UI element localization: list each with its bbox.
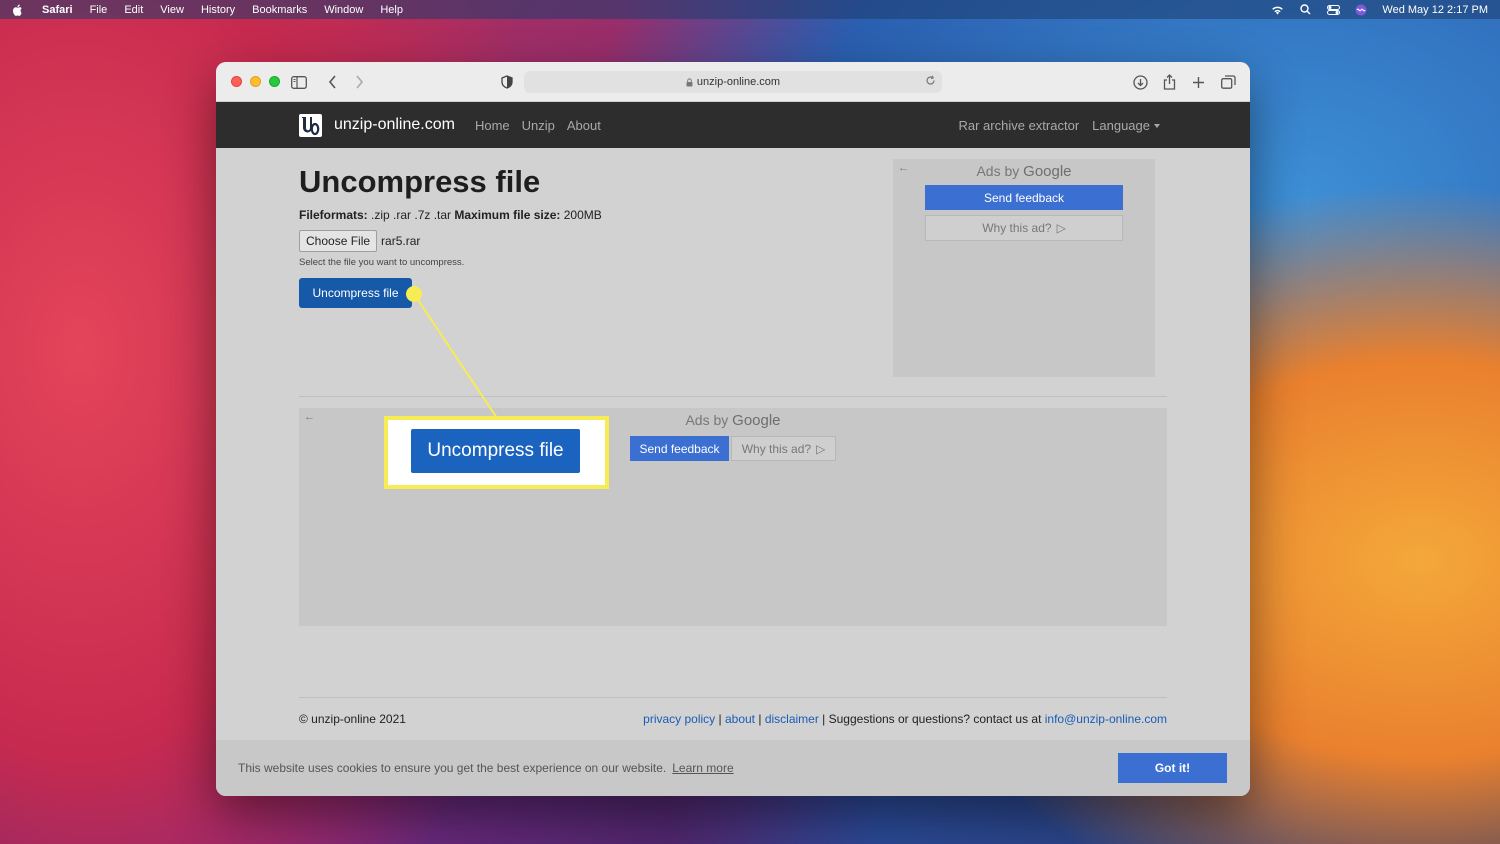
new-tab-icon[interactable] xyxy=(1189,73,1207,91)
window-controls xyxy=(231,76,280,87)
file-formats-info: Fileformats: .zip .rar .7z .tar Maximum … xyxy=(299,208,602,222)
site-brand[interactable]: unzip-online.com xyxy=(334,116,455,134)
divider xyxy=(299,697,1167,698)
max-size-value: 200MB xyxy=(560,208,602,222)
footer-separator: | xyxy=(755,712,765,726)
file-input-hint: Select the file you want to uncompress. xyxy=(299,257,465,268)
callout-uncompress-button: Uncompress file xyxy=(411,429,580,473)
lock-icon xyxy=(686,77,693,87)
language-label: Language xyxy=(1092,117,1150,133)
copyright-text: © unzip-online 2021 xyxy=(299,712,406,726)
site-navbar: unzip-online.com Home Unzip About Rar ar… xyxy=(216,102,1250,148)
nav-about-link[interactable]: About xyxy=(567,118,601,133)
contact-email-link[interactable]: info@unzip-online.com xyxy=(1045,712,1167,726)
close-window-button[interactable] xyxy=(231,76,242,87)
why-this-ad-button[interactable]: Why this ad? ▷ xyxy=(731,436,836,461)
ads-by-text: Ads by xyxy=(976,163,1020,179)
ads-by-text: Ads by xyxy=(685,412,729,428)
learn-more-link[interactable]: Learn more xyxy=(672,761,733,775)
tab-overview-icon[interactable] xyxy=(1219,73,1237,91)
file-input: Choose File rar5.rar xyxy=(299,230,420,252)
site-logo-icon[interactable] xyxy=(299,113,322,137)
privacy-shield-icon[interactable] xyxy=(498,73,516,91)
divider xyxy=(299,396,1167,397)
got-it-button[interactable]: Got it! xyxy=(1118,753,1227,783)
nav-home-link[interactable]: Home xyxy=(475,118,510,133)
web-page: unzip-online.com Home Unzip About Rar ar… xyxy=(216,102,1250,796)
privacy-policy-link[interactable]: privacy policy xyxy=(643,712,715,726)
menu-view[interactable]: View xyxy=(160,4,184,16)
macos-menu-bar: Safari File Edit View History Bookmarks … xyxy=(0,0,1500,19)
choose-file-button[interactable]: Choose File xyxy=(299,230,378,252)
minimize-window-button[interactable] xyxy=(250,76,261,87)
forward-icon[interactable] xyxy=(350,73,368,91)
google-text: Google xyxy=(732,412,781,429)
send-feedback-button[interactable]: Send feedback xyxy=(630,436,729,461)
spotlight-search-icon[interactable] xyxy=(1298,4,1312,16)
selected-file-name: rar5.rar xyxy=(381,234,421,248)
page-title: Uncompress file xyxy=(299,164,541,199)
reload-icon[interactable] xyxy=(925,75,936,86)
menu-file[interactable]: File xyxy=(90,4,108,16)
formats-label: Fileformats: xyxy=(299,208,368,222)
formats-value: .zip .rar .7z .tar xyxy=(367,208,455,222)
max-size-label: Maximum file size: xyxy=(454,208,561,222)
address-bar[interactable]: unzip-online.com xyxy=(524,71,942,93)
url-text: unzip-online.com xyxy=(696,76,781,88)
safari-window: unzip-online.com unzip-online.com Home U… xyxy=(216,62,1250,796)
ads-by-google-label: Ads by Google xyxy=(893,163,1155,180)
adchoices-icon: ▷ xyxy=(1056,221,1066,235)
nav-rar-extractor-link[interactable]: Rar archive extractor xyxy=(959,118,1080,133)
contact-text: | Suggestions or questions? contact us a… xyxy=(818,712,1045,726)
side-ad-panel: ← Ads by Google Send feedback Why this a… xyxy=(893,159,1155,377)
siri-icon[interactable] xyxy=(1354,4,1368,16)
disclaimer-link[interactable]: disclaimer xyxy=(765,712,819,726)
menu-edit[interactable]: Edit xyxy=(124,4,143,16)
footer-links: privacy policy | about | disclaimer | Su… xyxy=(643,712,1167,726)
nav-language-dropdown[interactable]: Language xyxy=(1092,118,1160,133)
google-text: Google xyxy=(1023,163,1072,180)
downloads-icon[interactable] xyxy=(1131,73,1149,91)
menu-bar-clock[interactable]: Wed May 12 2:17 PM xyxy=(1382,4,1488,16)
footer-about-link[interactable]: about xyxy=(725,712,755,726)
apple-icon[interactable] xyxy=(12,4,24,16)
wifi-icon[interactable] xyxy=(1270,4,1284,16)
why-this-ad-label: Why this ad? xyxy=(741,441,812,456)
menu-help[interactable]: Help xyxy=(380,4,403,16)
zoom-window-button[interactable] xyxy=(269,76,280,87)
callout-zoom-box: Uncompress file xyxy=(384,416,609,489)
nav-unzip-link[interactable]: Unzip xyxy=(522,118,555,133)
control-center-icon[interactable] xyxy=(1326,4,1340,16)
footer-separator: | xyxy=(715,712,725,726)
share-icon[interactable] xyxy=(1160,73,1178,91)
send-feedback-button[interactable]: Send feedback xyxy=(925,185,1123,210)
browser-toolbar: unzip-online.com xyxy=(216,62,1250,102)
uncompress-file-button[interactable]: Uncompress file xyxy=(299,278,412,308)
back-icon[interactable] xyxy=(323,73,341,91)
cookie-banner: This website uses cookies to ensure you … xyxy=(216,740,1250,796)
adchoices-icon: ▷ xyxy=(816,441,826,456)
menu-history[interactable]: History xyxy=(201,4,235,16)
menu-window[interactable]: Window xyxy=(324,4,363,16)
why-this-ad-button[interactable]: Why this ad? ▷ xyxy=(925,215,1123,241)
sidebar-toggle-icon[interactable] xyxy=(290,73,308,91)
why-this-ad-label: Why this ad? xyxy=(982,221,1052,235)
menu-bookmarks[interactable]: Bookmarks xyxy=(252,4,307,16)
menu-safari[interactable]: Safari xyxy=(42,4,73,16)
cookie-message: This website uses cookies to ensure you … xyxy=(238,761,667,775)
site-footer: © unzip-online 2021 privacy policy | abo… xyxy=(299,712,1167,726)
caret-down-icon xyxy=(1154,124,1160,129)
